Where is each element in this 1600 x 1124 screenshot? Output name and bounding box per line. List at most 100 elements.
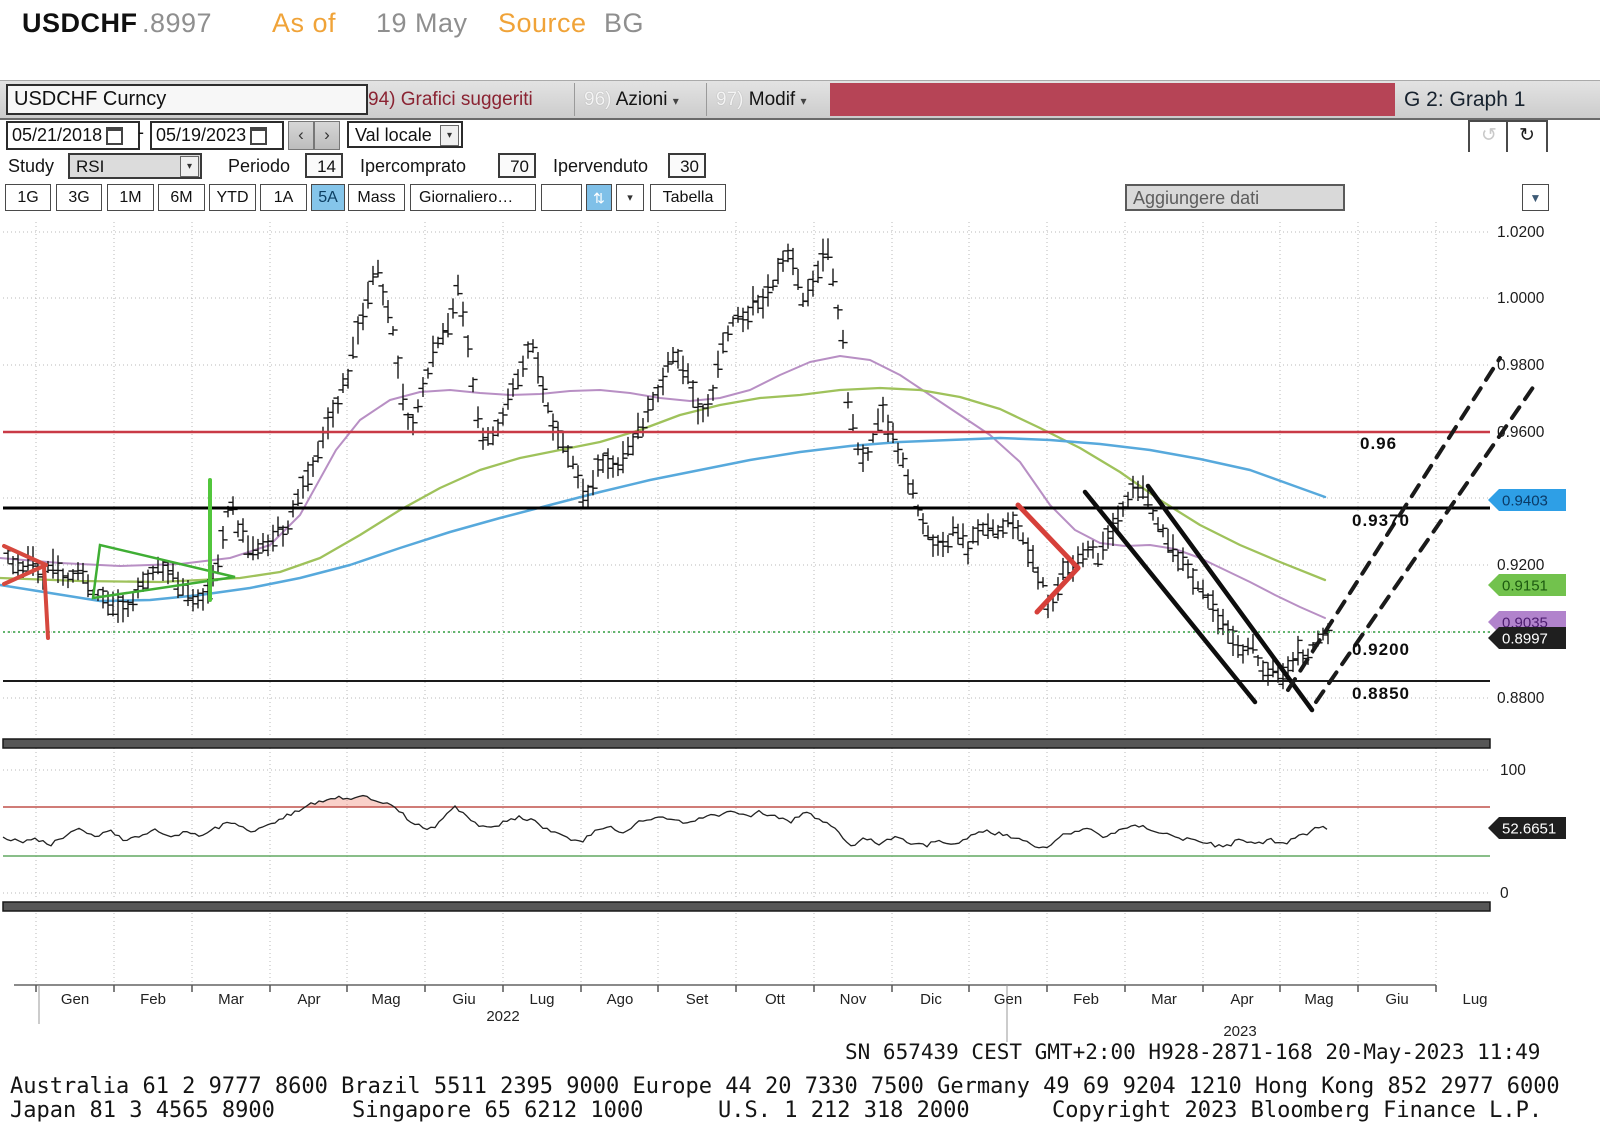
symbol: USDCHF [22,8,138,38]
svg-text:0.9600: 0.9600 [1497,424,1545,441]
footer-us: U.S. 1 212 318 2000 [718,1098,970,1123]
range-prev-button[interactable]: ‹ [288,121,314,150]
svg-text:Mag: Mag [371,991,400,1008]
range-button-mass[interactable]: Mass [348,184,405,211]
svg-text:Lug: Lug [1462,991,1487,1008]
svg-text:Feb: Feb [1073,991,1099,1008]
svg-text:Nov: Nov [840,991,867,1008]
range-button-5a-active[interactable]: 5A [311,184,345,211]
svg-text:0.9800: 0.9800 [1497,357,1545,374]
range-button-ytd[interactable]: YTD [209,184,256,211]
svg-text:Dic: Dic [920,991,942,1008]
menu-label: Grafici suggeriti [400,89,533,110]
svg-text:Mag: Mag [1304,991,1333,1008]
svg-text:2022: 2022 [486,1008,519,1025]
overbought-label: Ipercomprato [360,156,467,176]
svg-text:2023: 2023 [1223,1023,1256,1040]
menu-number: 97) [716,89,744,110]
quote-header: USDCHF .8997 As of 19 May Source BG [0,0,1600,46]
svg-text:0.9370: 0.9370 [1352,511,1410,530]
svg-text:0.8850: 0.8850 [1352,684,1410,703]
date-from-field[interactable]: 05/21/2018 [6,121,140,150]
svg-text:1.0000: 1.0000 [1497,290,1545,307]
svg-text:1.0200: 1.0200 [1497,224,1545,241]
price-tags: 0.94030.91510.90350.899752.6651 [1488,489,1566,839]
chevron-down-icon: ▾ [672,94,679,108]
blank-tool-button[interactable] [541,184,582,211]
source-label: Source [498,8,587,38]
as-of-label: As of [272,8,337,38]
range-toolbar: 1G 3G 1M 6M YTD 1A 5A Mass Giornaliero… … [0,184,1600,214]
chart-type-dropdown[interactable]: ▾ [616,184,644,211]
table-button[interactable]: Tabella [650,184,726,211]
calendar-icon[interactable] [250,126,268,145]
chevron-down-icon: ▾ [800,94,807,108]
graph-page-label: G 2: Graph 1 [1404,88,1526,111]
svg-text:0.9403: 0.9403 [1502,493,1548,510]
highlight-bar [830,83,1395,116]
menu-number: 96) [584,89,612,110]
date-to-field[interactable]: 05/19/2023 [150,121,284,150]
footer-singapore: Singapore 65 6212 1000 [352,1098,644,1123]
oversold-label: Ipervenduto [553,156,649,176]
source-value: BG [604,8,645,38]
oversold-input[interactable]: 30 [668,153,706,178]
range-next-button[interactable]: › [314,121,340,150]
svg-text:Mar: Mar [218,991,244,1008]
range-button-1m[interactable]: 1M [107,184,154,211]
date-to-value: 05/19/2023 [156,125,247,145]
svg-text:Ago: Ago [607,991,634,1008]
currency-mode-value: Val locale [355,125,432,145]
svg-text:Apr: Apr [297,991,320,1008]
menu-label: Modif [748,89,796,110]
undo-button[interactable]: ↺ [1468,120,1510,154]
svg-text:Giu: Giu [1385,991,1408,1008]
study-bar: Study RSI ▾ Periodo 14 Ipercomprato 70 I… [0,152,1600,183]
frequency-select[interactable]: Giornaliero… [410,184,536,211]
calendar-icon[interactable] [106,126,124,145]
svg-text:52.6651: 52.6651 [1502,821,1556,838]
period-label: Periodo [228,156,291,176]
svg-text:0.96: 0.96 [1360,434,1397,453]
svg-text:Ott: Ott [765,991,786,1008]
svg-text:Gen: Gen [61,991,89,1008]
chart-type-icon[interactable]: ⇅ [586,184,612,211]
study-label: Study [8,156,55,176]
study-select[interactable]: RSI ▾ [68,153,202,179]
menu-modif[interactable]: 97) Modif ▾ [716,81,807,118]
chevron-down-icon: ▾ [180,156,199,177]
toolbar-separator [574,83,575,116]
svg-text:0.9151: 0.9151 [1502,578,1548,595]
add-data-input[interactable]: Aggiungere dati [1125,184,1345,211]
redo-button[interactable]: ↻ [1506,120,1548,154]
svg-text:0: 0 [1500,885,1509,902]
menu-grafici-suggeriti[interactable]: 94) Grafici suggeriti [368,81,533,118]
ma-green [0,386,1327,584]
study-value: RSI [76,157,105,176]
svg-text:0.8800: 0.8800 [1497,690,1545,707]
range-button-1g[interactable]: 1G [5,184,51,211]
rsi-panel: 100 0 [2,762,1526,902]
ma-blue [0,436,1327,603]
svg-text:Lug: Lug [529,991,554,1008]
currency-mode-select[interactable]: Val locale ▾ [347,121,463,148]
svg-text:0.9200: 0.9200 [1497,557,1545,574]
last-price: .8997 [142,8,213,38]
range-button-1a[interactable]: 1A [260,184,307,211]
svg-text:Feb: Feb [140,991,166,1008]
overbought-input[interactable]: 70 [498,153,536,178]
date-separator: - [138,122,144,142]
security-input[interactable] [6,84,368,115]
date-range-bar: 05/21/2018 - 05/19/2023 ‹ › Val locale ▾… [0,120,1600,154]
svg-text:Mar: Mar [1151,991,1177,1008]
range-button-3g[interactable]: 3G [56,184,102,211]
level-labels: 0.96 0.9370 0.9200 0.8850 [1352,434,1410,703]
date-from-value: 05/21/2018 [12,125,103,145]
chevron-down-icon: ▾ [440,125,459,146]
period-input[interactable]: 14 [305,153,343,178]
panel-dropdown-button[interactable]: ▼ [1522,184,1549,211]
svg-text:0.8997: 0.8997 [1502,631,1548,648]
menu-azioni[interactable]: 96) Azioni ▾ [584,81,679,118]
range-button-6m[interactable]: 6M [158,184,205,211]
main-toolbar: 94) Grafici suggeriti 96) Azioni ▾ 97) M… [0,80,1600,120]
